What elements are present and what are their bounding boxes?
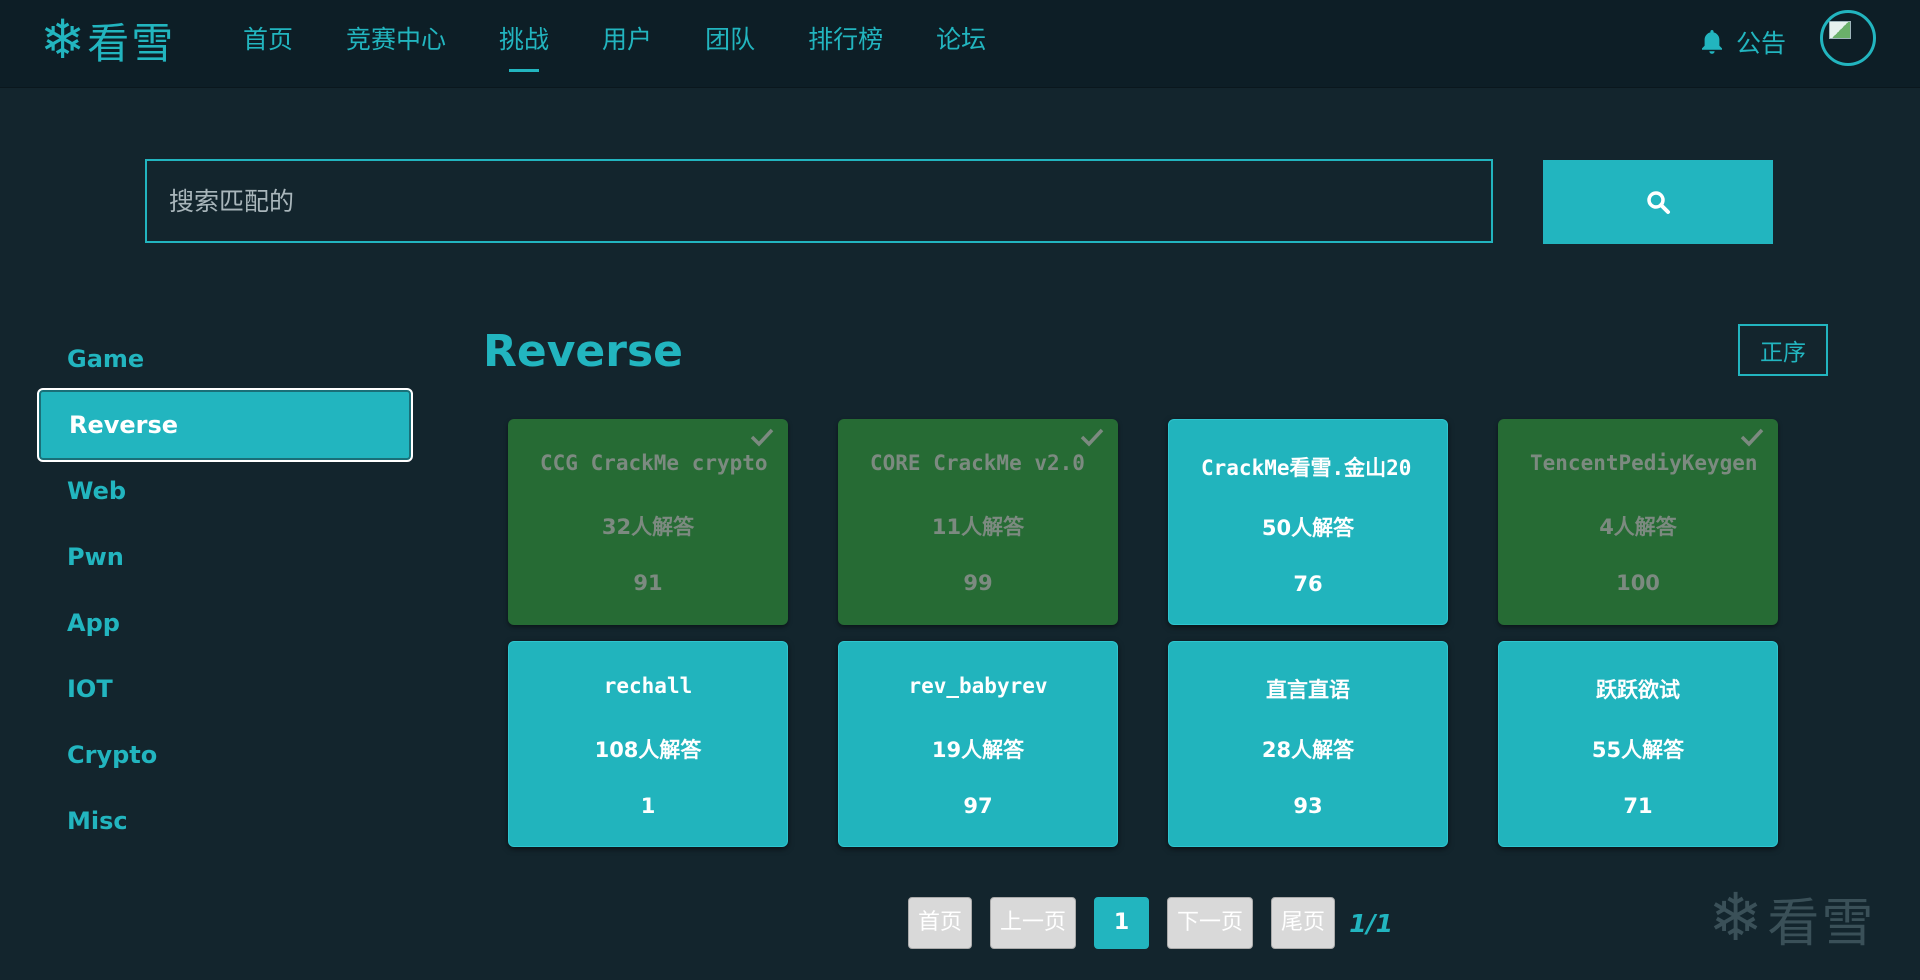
search-icon xyxy=(1647,191,1670,214)
top-navbar: ❄ 看雪 首页 竞赛中心 挑战 用户 团队 排行榜 论坛 公告 xyxy=(0,0,1920,88)
challenge-name: 跃跃欲试 xyxy=(1596,678,1680,702)
challenge-card[interactable]: 跃跃欲试 55人解答 71 xyxy=(1498,641,1778,847)
check-icon xyxy=(1080,428,1104,447)
challenge-solves: 32人解答 xyxy=(601,515,695,539)
main-nav: 首页 竞赛中心 挑战 用户 团队 排行榜 论坛 xyxy=(243,0,1039,88)
broken-image-icon xyxy=(1829,21,1851,39)
challenge-score: 93 xyxy=(1293,794,1323,818)
challenge-card[interactable]: CCG CrackMe crypto 32人解答 91 xyxy=(508,419,788,625)
watermark-text: 看雪 xyxy=(1767,893,1876,954)
snowflake-logo-icon: ❄ xyxy=(40,8,86,71)
bell-icon xyxy=(1702,30,1722,54)
challenge-name: CrackMe看雪.金山20 xyxy=(1201,456,1412,480)
page-current-button[interactable]: 1 xyxy=(1094,897,1150,949)
challenge-score: 97 xyxy=(963,794,993,818)
sort-button[interactable]: 正序 xyxy=(1738,324,1828,376)
challenge-card[interactable]: TencentPediyKeygen 4人解答 100 xyxy=(1498,419,1778,625)
logo-text: 看雪 xyxy=(87,18,176,68)
challenge-card[interactable]: 直言直语 28人解答 93 xyxy=(1168,641,1448,847)
nav-item-competition[interactable]: 竞赛中心 xyxy=(346,0,446,88)
challenge-score: 99 xyxy=(963,571,993,595)
challenge-name: CCG CrackMe crypto xyxy=(540,451,768,475)
watermark-logo: ❄ 看雪 xyxy=(1708,880,1875,956)
nav-item-users[interactable]: 用户 xyxy=(602,0,652,88)
challenge-card[interactable]: rev_babyrev 19人解答 97 xyxy=(838,641,1118,847)
notice-label: 公告 xyxy=(1736,29,1787,58)
challenge-solves: 50人解答 xyxy=(1261,516,1355,540)
page-last-button[interactable]: 尾页 xyxy=(1271,897,1336,949)
sidebar-item-pwn[interactable]: Pwn xyxy=(37,524,413,590)
page-title: Reverse xyxy=(483,326,683,377)
challenge-solves: 28人解答 xyxy=(1261,738,1355,762)
challenge-solves: 11人解答 xyxy=(931,515,1025,539)
challenge-score: 1 xyxy=(640,794,656,818)
sidebar-item-game[interactable]: Game xyxy=(37,326,413,392)
challenge-solves: 55人解答 xyxy=(1591,738,1685,762)
check-icon xyxy=(1740,428,1764,447)
sidebar-item-web[interactable]: Web xyxy=(37,458,413,524)
nav-item-home[interactable]: 首页 xyxy=(243,0,293,88)
site-logo[interactable]: ❄ 看雪 xyxy=(40,10,190,70)
page-prev-button[interactable]: 上一页 xyxy=(990,897,1077,949)
snowflake-watermark-icon: ❄ xyxy=(1708,879,1764,956)
avatar[interactable] xyxy=(1820,10,1876,66)
challenge-name: rev_babyrev xyxy=(908,674,1048,698)
challenge-solves: 4人解答 xyxy=(1599,515,1677,539)
search-input[interactable] xyxy=(145,159,1493,243)
challenge-card[interactable]: CORE CrackMe v2.0 11人解答 99 xyxy=(838,419,1118,625)
nav-item-scoreboard[interactable]: 排行榜 xyxy=(808,0,883,88)
challenge-score: 91 xyxy=(633,571,663,595)
challenge-card[interactable]: CrackMe看雪.金山20 50人解答 76 xyxy=(1168,419,1448,625)
challenge-score: 76 xyxy=(1293,572,1323,596)
notice-link[interactable]: 公告 xyxy=(1700,22,1786,62)
sidebar-item-crypto[interactable]: Crypto xyxy=(37,722,413,788)
challenge-name: rechall xyxy=(603,674,693,698)
challenge-name: 直言直语 xyxy=(1266,678,1350,702)
page-first-button[interactable]: 首页 xyxy=(908,897,973,949)
challenge-name: TencentPediyKeygen xyxy=(1530,451,1758,475)
nav-item-forum[interactable]: 论坛 xyxy=(936,0,986,88)
category-sidebar: Game Reverse Web Pwn App IOT Crypto Misc xyxy=(37,326,413,854)
check-icon xyxy=(750,428,774,447)
page-next-button[interactable]: 下一页 xyxy=(1167,897,1254,949)
challenge-score: 100 xyxy=(1616,571,1660,595)
page-info: 1/1 xyxy=(1349,908,1393,938)
search-button[interactable] xyxy=(1543,160,1773,244)
challenge-solves: 108人解答 xyxy=(594,738,702,762)
sidebar-item-reverse[interactable]: Reverse xyxy=(37,388,413,462)
sidebar-item-misc[interactable]: Misc xyxy=(37,788,413,854)
pagination: 首页 上一页 1 下一页 尾页 1/1 xyxy=(908,897,1393,949)
sidebar-item-app[interactable]: App xyxy=(37,590,413,656)
challenge-score: 71 xyxy=(1623,794,1653,818)
challenge-card[interactable]: rechall 108人解答 1 xyxy=(508,641,788,847)
challenge-name: CORE CrackMe v2.0 xyxy=(870,451,1085,475)
sidebar-item-iot[interactable]: IOT xyxy=(37,656,413,722)
nav-item-teams[interactable]: 团队 xyxy=(705,0,755,88)
challenge-solves: 19人解答 xyxy=(931,738,1025,762)
nav-item-challenges[interactable]: 挑战 xyxy=(499,0,549,88)
